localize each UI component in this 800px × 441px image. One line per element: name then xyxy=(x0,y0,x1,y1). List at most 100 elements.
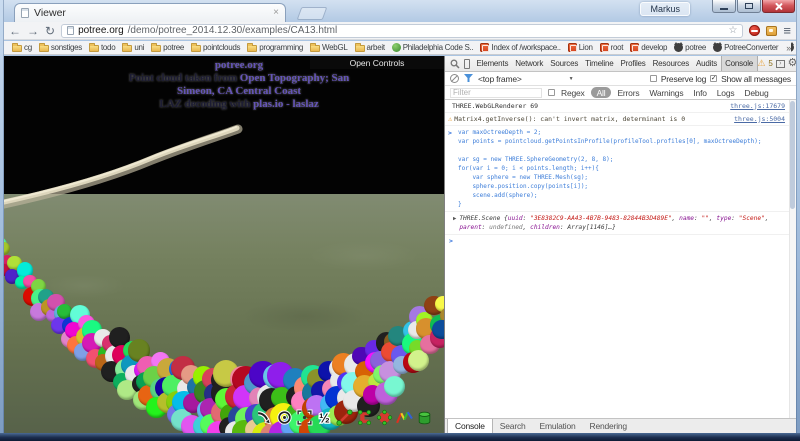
extension-orange-icon[interactable] xyxy=(766,26,777,36)
bookmark-item[interactable]: WebGL xyxy=(308,43,349,52)
tab-close-icon[interactable]: × xyxy=(273,8,279,18)
bookmark-item[interactable]: potree xyxy=(149,43,186,52)
frame-selector-dropdown-icon[interactable]: ▼ xyxy=(569,76,574,82)
maximize-button[interactable] xyxy=(737,0,761,13)
inspect-magnifier-icon[interactable] xyxy=(450,59,460,69)
devtools-tab-audits[interactable]: Audits xyxy=(693,56,721,71)
bookmark-label: arbeit xyxy=(367,43,385,52)
device-mode-icon[interactable] xyxy=(464,59,470,69)
bookmark-item[interactable]: PotreeConverter xyxy=(711,43,780,52)
plasio-laslaz-link[interactable]: plas.io - laslaz xyxy=(253,98,319,110)
potree-org-link[interactable]: potree.org xyxy=(215,59,263,71)
profile-name-button[interactable]: Markus xyxy=(640,2,690,16)
viewer-toolbar: ½ xyxy=(256,409,433,426)
volume-measure-icon[interactable] xyxy=(376,409,393,426)
devtools-tab-network[interactable]: Network xyxy=(512,56,547,71)
pan-arrow-icon[interactable] xyxy=(256,409,273,426)
potree-viewer[interactable]: Open Controls potree.org Point cloud tak… xyxy=(4,56,444,433)
reload-button[interactable]: ↻ xyxy=(45,25,55,37)
level-filter-warnings[interactable]: Warnings xyxy=(645,88,687,98)
extension-red-icon[interactable] xyxy=(749,25,760,36)
close-button[interactable] xyxy=(762,0,795,13)
console-toolbar: <top frame> ▼ Preserve log ✓ Show all me… xyxy=(445,72,796,86)
console-level-filters: AllErrorsWarningsInfoLogsDebug xyxy=(591,87,773,98)
console-scrollbar[interactable] xyxy=(789,100,796,418)
bookmark-label: Philadelphia Code S.. xyxy=(403,43,474,52)
bookmark-label: potree xyxy=(163,43,184,52)
page-icon xyxy=(67,26,74,35)
console-messages[interactable]: THREE.WebGLRenderer 69three.js:17679⚠Mat… xyxy=(445,100,789,418)
address-bar[interactable]: potree.org /demo/potree_2014.12.30/examp… xyxy=(61,24,743,38)
console-drawer-icon[interactable]: › xyxy=(776,60,785,68)
source-link[interactable]: three.js:17679 xyxy=(730,102,785,111)
bookmark-item[interactable]: cg xyxy=(10,43,34,52)
half-resolution-icon[interactable]: ½ xyxy=(316,409,333,426)
folder-icon xyxy=(355,45,365,52)
distance-measure-icon[interactable] xyxy=(336,409,353,426)
orbit-icon[interactable] xyxy=(276,409,293,426)
new-tab-button[interactable] xyxy=(297,7,328,20)
scrollbar-thumb[interactable] xyxy=(790,101,795,209)
bookmark-item[interactable]: programming xyxy=(245,43,305,52)
bookmark-item[interactable]: potree xyxy=(672,43,708,52)
devtools-tab-resources[interactable]: Resources xyxy=(649,56,692,71)
source-link[interactable]: three.js:5004 xyxy=(734,115,785,124)
forward-button[interactable]: → xyxy=(27,25,39,37)
bookmark-item[interactable]: develop xyxy=(628,43,669,52)
github-icon xyxy=(713,43,722,52)
devtools-tab-elements[interactable]: Elements xyxy=(473,56,512,71)
bookmark-star-icon[interactable]: ☆ xyxy=(728,25,737,36)
bookmark-item[interactable]: Lion xyxy=(566,43,595,52)
console-prompt[interactable]: > xyxy=(445,235,789,247)
bookmark-label: develop xyxy=(641,43,667,52)
show-all-messages-checkbox[interactable]: ✓ xyxy=(710,75,717,82)
back-button[interactable]: ← xyxy=(9,25,21,37)
bottom-tab-emulation[interactable]: Emulation xyxy=(533,419,583,433)
bottom-tab-rendering[interactable]: Rendering xyxy=(583,419,634,433)
bookmark-item[interactable]: Philadelphia Code S.. xyxy=(390,43,476,52)
warnings-count[interactable]: 5 xyxy=(768,59,772,68)
level-filter-debug[interactable]: Debug xyxy=(740,88,772,98)
chrome-menu-icon[interactable]: ≡ xyxy=(783,24,791,37)
bookmark-item[interactable]: todo xyxy=(87,43,117,52)
frame-selector[interactable]: <top frame> xyxy=(478,74,522,84)
folder-icon xyxy=(247,45,257,52)
bookmark-item[interactable]: pointclouds xyxy=(189,43,242,52)
expand-arrow-icon[interactable]: ▶ xyxy=(453,215,456,224)
filter-funnel-icon[interactable] xyxy=(464,74,473,83)
bottom-tab-search[interactable]: Search xyxy=(493,419,533,433)
regex-label: Regex xyxy=(561,88,585,98)
bookmark-item[interactable]: Index of /workspace.. xyxy=(478,43,562,52)
bookmark-item[interactable]: sonstiges xyxy=(37,43,84,52)
devtools-tab-profiles[interactable]: Profiles xyxy=(617,56,649,71)
bottom-tab-console[interactable]: Console xyxy=(447,419,493,433)
clear-console-icon[interactable] xyxy=(450,74,459,83)
devtools-tab-console[interactable]: Console xyxy=(721,56,758,71)
overlay-credit-text: Point cloud taken from xyxy=(129,72,240,84)
filter-input[interactable] xyxy=(450,88,542,98)
focus-icon[interactable] xyxy=(296,409,313,426)
minimize-button[interactable] xyxy=(712,0,736,13)
clip-area-icon[interactable] xyxy=(356,409,373,426)
result-object-preview: THREE.Scene {uuid: "3E8382C9-AA43-4B7B-9… xyxy=(459,214,785,232)
level-filter-all[interactable]: All xyxy=(591,87,612,98)
console-log-row: THREE.WebGLRenderer 69three.js:17679 xyxy=(445,100,789,113)
clip-volume-icon[interactable] xyxy=(416,409,433,426)
bookmark-item[interactable]: arbeit xyxy=(353,43,387,52)
bookmark-item[interactable]: root xyxy=(598,43,626,52)
height-profile-icon[interactable] xyxy=(396,409,413,426)
tab-viewer[interactable]: Viewer × xyxy=(14,3,286,22)
level-filter-logs[interactable]: Logs xyxy=(713,88,739,98)
preserve-log-checkbox[interactable] xyxy=(650,75,657,82)
open-controls-button[interactable]: Open Controls xyxy=(310,56,444,69)
bookmarks-overflow-chevron[interactable]: » xyxy=(782,41,791,54)
bookmark-item[interactable]: uni xyxy=(120,43,146,52)
level-filter-info[interactable]: Info xyxy=(689,88,710,98)
level-filter-errors[interactable]: Errors xyxy=(613,88,643,98)
devtools-tab-sources[interactable]: Sources xyxy=(547,56,582,71)
bookmarks-bar: cgsonstigestodouni potree pointcloudsprogr… xyxy=(4,41,796,55)
folder-icon xyxy=(12,45,22,52)
regex-checkbox[interactable] xyxy=(548,89,555,96)
devtools-tab-timeline[interactable]: Timeline xyxy=(582,56,617,71)
warnings-badge-icon[interactable]: ⚠ xyxy=(758,59,766,68)
